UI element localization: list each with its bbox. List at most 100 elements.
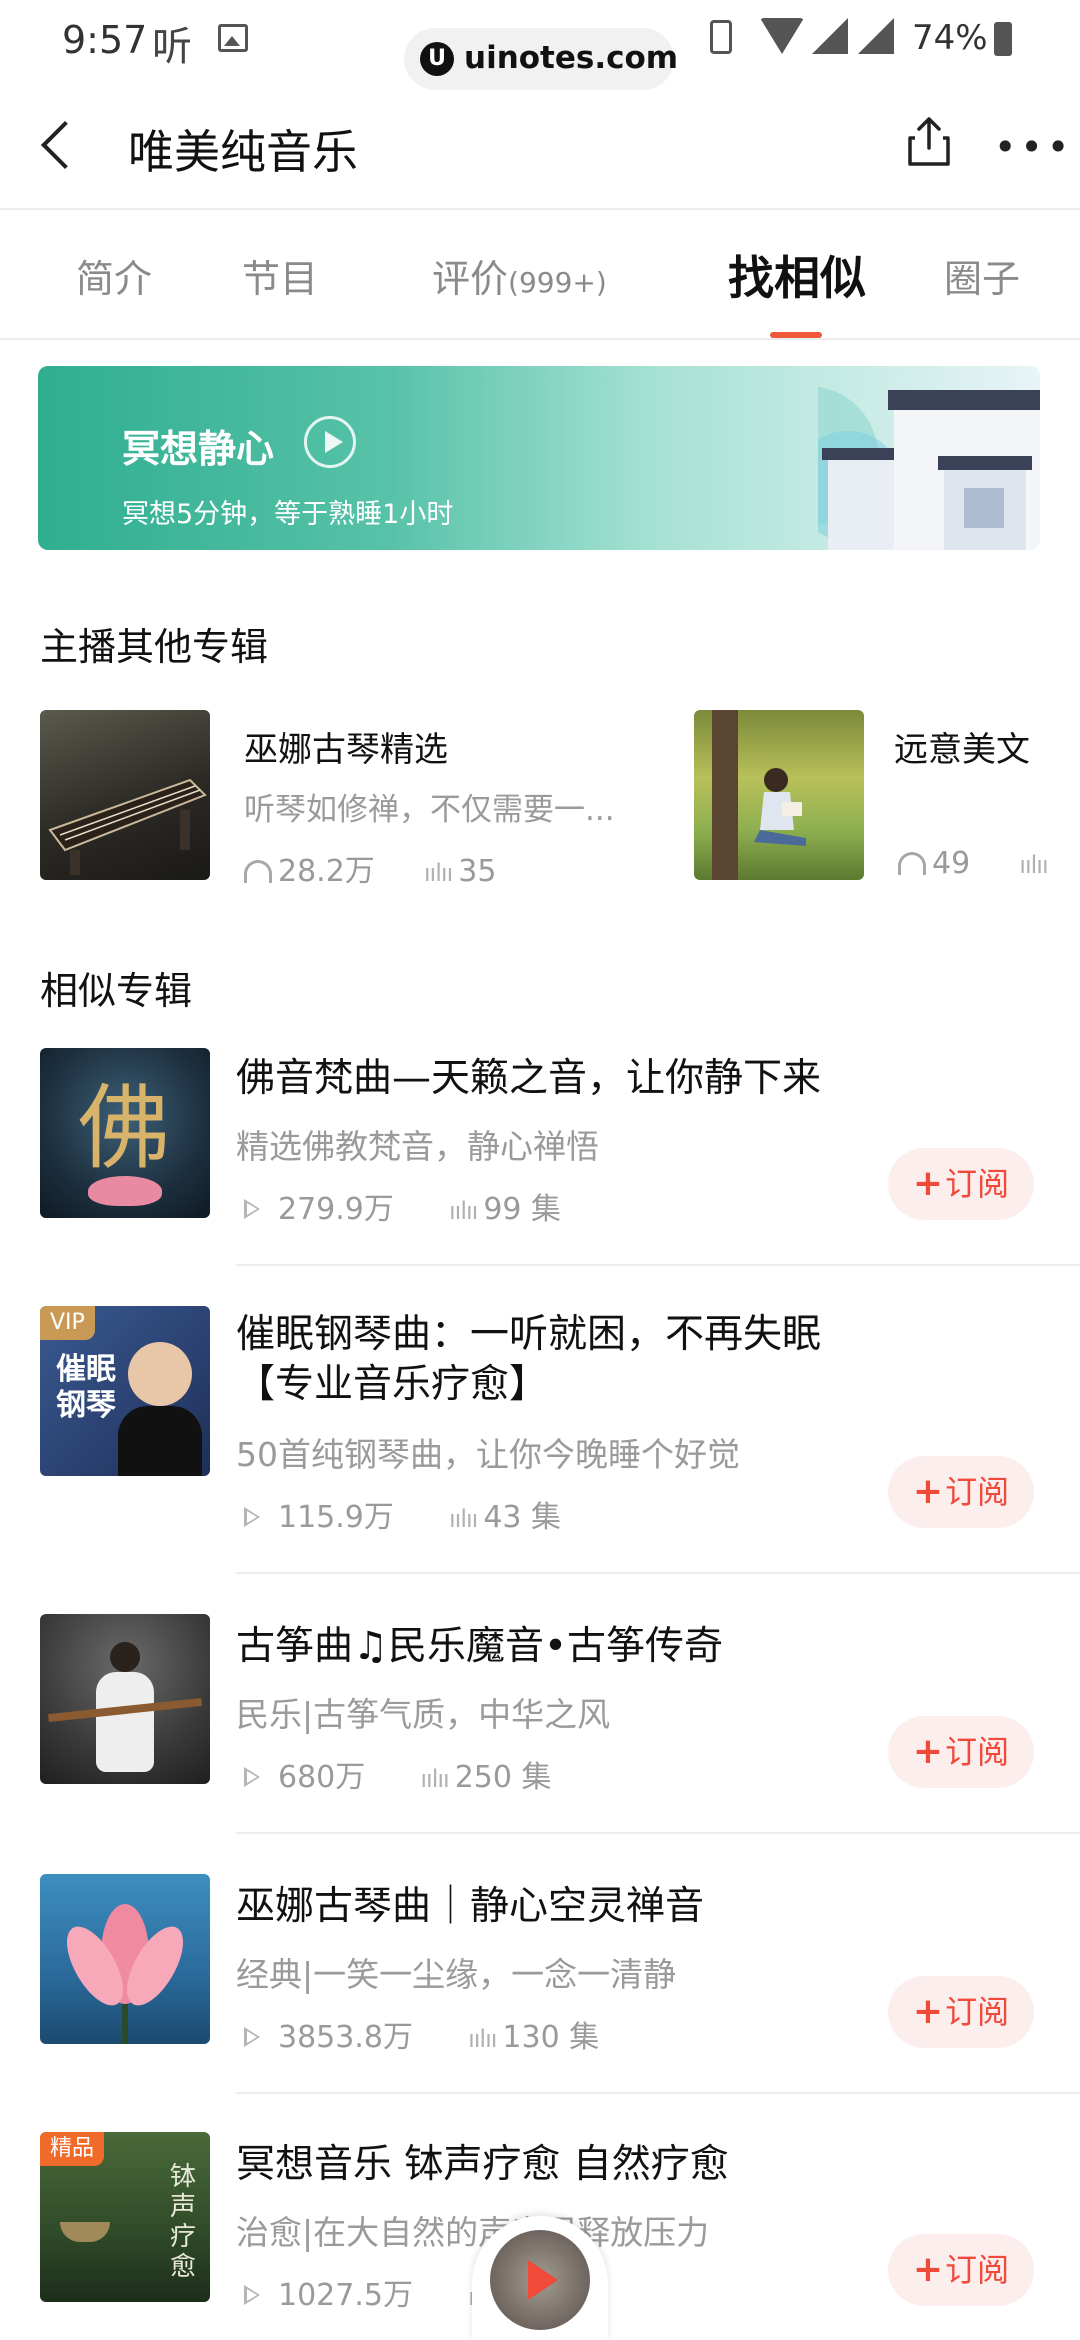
- play-count: 28.2万: [278, 854, 375, 889]
- vip-badge: VIP: [40, 1306, 95, 1340]
- row-divider: [236, 1832, 1080, 1834]
- play-count-icon: [244, 1507, 260, 1527]
- lotus-illustration: [67, 1904, 183, 2044]
- status-time: 9:57: [62, 18, 148, 62]
- share-icon[interactable]: [906, 116, 952, 168]
- album-desc: 民乐|古筝气质，中华之风: [236, 1695, 611, 1734]
- subscribe-button[interactable]: +订阅: [888, 2234, 1034, 2306]
- headphone-icon: [898, 852, 926, 875]
- album-desc: 精选佛教梵音，静心禅悟: [236, 1127, 599, 1166]
- album-cover: 钵声疗愈 精品: [40, 2132, 210, 2302]
- subscribe-button[interactable]: +订阅: [888, 1976, 1034, 2048]
- play-count-icon: [244, 2027, 260, 2047]
- soundwave-icon: ıılıı: [448, 1505, 478, 1533]
- app-header: 唯美纯音乐 •••: [0, 100, 1080, 210]
- signal-icon: [812, 18, 848, 54]
- performer-dress: [96, 1672, 154, 1772]
- mini-player[interactable]: [472, 2216, 608, 2340]
- album-title: 催眠钢琴曲：一听就困，不再失眠【专业音乐疗愈】: [236, 1312, 822, 1407]
- signal-icon-2: [858, 18, 894, 54]
- house-illustration: [818, 386, 1040, 550]
- url-pill: U uinotes.com: [404, 28, 678, 90]
- vibrate-icon: [710, 20, 732, 54]
- play-count-icon: [244, 1199, 260, 1219]
- track-count: 99 集: [483, 1192, 562, 1227]
- list-item[interactable]: 巫娜古琴曲｜静心空灵禅音 经典|一笑一尘缘，一念一清静 3853.8万 ıılı…: [0, 1874, 1080, 2094]
- track-count: 35: [458, 854, 497, 889]
- singing-bowl-icon: [60, 2222, 110, 2242]
- gallery-icon: [218, 24, 248, 52]
- more-icon[interactable]: •••: [994, 128, 1073, 166]
- track-count: 250 集: [454, 1760, 552, 1795]
- soundwave-icon: ıılıı: [1019, 851, 1048, 879]
- banner-subtitle: 冥想5分钟，等于熟睡1小时: [122, 499, 454, 530]
- player-play-icon[interactable]: [490, 2230, 590, 2330]
- subscribe-button[interactable]: +订阅: [888, 1456, 1034, 1528]
- album-cover: [40, 1614, 210, 1784]
- battery-icon: [994, 22, 1012, 56]
- status-bar: 9:57 听 U uinotes.com 74%: [0, 0, 1080, 90]
- album-name: 远意美文: [894, 730, 1030, 770]
- page-title: 唯美纯音乐: [128, 125, 358, 179]
- album-stats: 28.2万 ıılıı 35: [244, 846, 496, 890]
- soundwave-icon: ıılıı: [448, 1197, 478, 1225]
- play-count: 1027.5万: [278, 2278, 413, 2313]
- play-count: 3853.8万: [278, 2020, 413, 2055]
- track-count: 43 集: [483, 1500, 562, 1535]
- header-divider: [0, 208, 1080, 210]
- ting-app-icon: 听: [152, 24, 192, 70]
- subscribe-button[interactable]: +订阅: [888, 1716, 1034, 1788]
- pianist-portrait: [128, 1342, 192, 1406]
- meditation-banner[interactable]: 冥想静心 冥想5分钟，等于熟睡1小时: [38, 366, 1040, 550]
- tab-intro[interactable]: 简介: [76, 248, 152, 303]
- album-stats: 3853.8万 ıılıı 130 集: [244, 2012, 599, 2056]
- tab-reviews[interactable]: 评价(999+): [432, 248, 607, 303]
- banner-title: 冥想静心: [122, 427, 275, 471]
- album-desc: 听琴如修禅，不仅需要一...: [244, 792, 615, 828]
- album-cover: [40, 710, 210, 880]
- pianist-body: [118, 1406, 202, 1476]
- album-desc: 经典|一笑一尘缘，一念一清静: [236, 1955, 677, 1994]
- album-stats: 1027.5万 ıılıı: [244, 2270, 502, 2314]
- premium-badge: 精品: [40, 2132, 105, 2166]
- tab-programs[interactable]: 节目: [242, 248, 318, 303]
- cover-text: 催眠钢琴: [56, 1352, 116, 1423]
- play-count: 680万: [278, 1760, 366, 1795]
- tab-circle[interactable]: 圈子: [944, 248, 1020, 303]
- performer-head: [110, 1642, 140, 1672]
- soundwave-icon: ıılıı: [420, 1765, 449, 1793]
- row-divider: [236, 2092, 1080, 2094]
- album-stats: 680万 ıılıı 250 集: [244, 1752, 552, 1796]
- list-item[interactable]: 古筝曲♫民乐魔音•古筝传奇 民乐|古筝气质，中华之风 680万 ıılıı 250…: [0, 1614, 1080, 1834]
- list-item[interactable]: 佛 佛音梵曲—天籁之音，让你静下来 精选佛教梵音，静心禅悟 279.9万 ııl…: [0, 1046, 1080, 1266]
- album-cover: 催眠钢琴 VIP: [40, 1306, 210, 1476]
- album-name: 巫娜古琴精选: [244, 730, 448, 770]
- tab-bar: 简介 节目 评价(999+) 找相似 圈子: [0, 212, 1080, 340]
- list-item[interactable]: 催眠钢琴 VIP 催眠钢琴曲：一听就困，不再失眠【专业音乐疗愈】 50首纯钢琴曲…: [0, 1306, 1080, 1566]
- soundwave-icon: ıılıı: [468, 2025, 497, 2053]
- wifi-icon: [760, 18, 804, 54]
- album-stats: 279.9万 ıılıı 99 集: [244, 1184, 561, 1228]
- cover-text: 佛: [78, 1075, 171, 1182]
- subscribe-button[interactable]: +订阅: [888, 1148, 1034, 1220]
- host-albums-title: 主播其他专辑: [40, 625, 269, 669]
- uinotes-logo-icon: U: [420, 42, 454, 76]
- album-title: 巫娜古琴曲｜静心空灵禅音: [236, 1884, 705, 1929]
- tab-find-similar[interactable]: 找相似: [728, 242, 866, 308]
- back-arrow-icon[interactable]: [40, 120, 90, 170]
- album-cover: [694, 710, 864, 880]
- album-cover: 佛: [40, 1048, 210, 1218]
- album-cover: [40, 1874, 210, 2044]
- play-count-icon: [244, 2285, 260, 2305]
- similar-albums-title: 相似专辑: [40, 969, 193, 1013]
- play-count: 115.9万: [278, 1500, 394, 1535]
- soundwave-icon: ıılıı: [423, 859, 453, 887]
- battery-percent: 74%: [912, 18, 988, 58]
- lotus-icon: [88, 1176, 162, 1206]
- banner-play-icon: [304, 416, 356, 468]
- cover-text: 钵声疗愈: [170, 2162, 197, 2282]
- album-title: 古筝曲♫民乐魔音•古筝传奇: [236, 1624, 723, 1669]
- reading-person-illustration: [712, 710, 806, 880]
- album-stats: 49 ıılıı: [898, 846, 1054, 881]
- track-count: 130 集: [502, 2020, 600, 2055]
